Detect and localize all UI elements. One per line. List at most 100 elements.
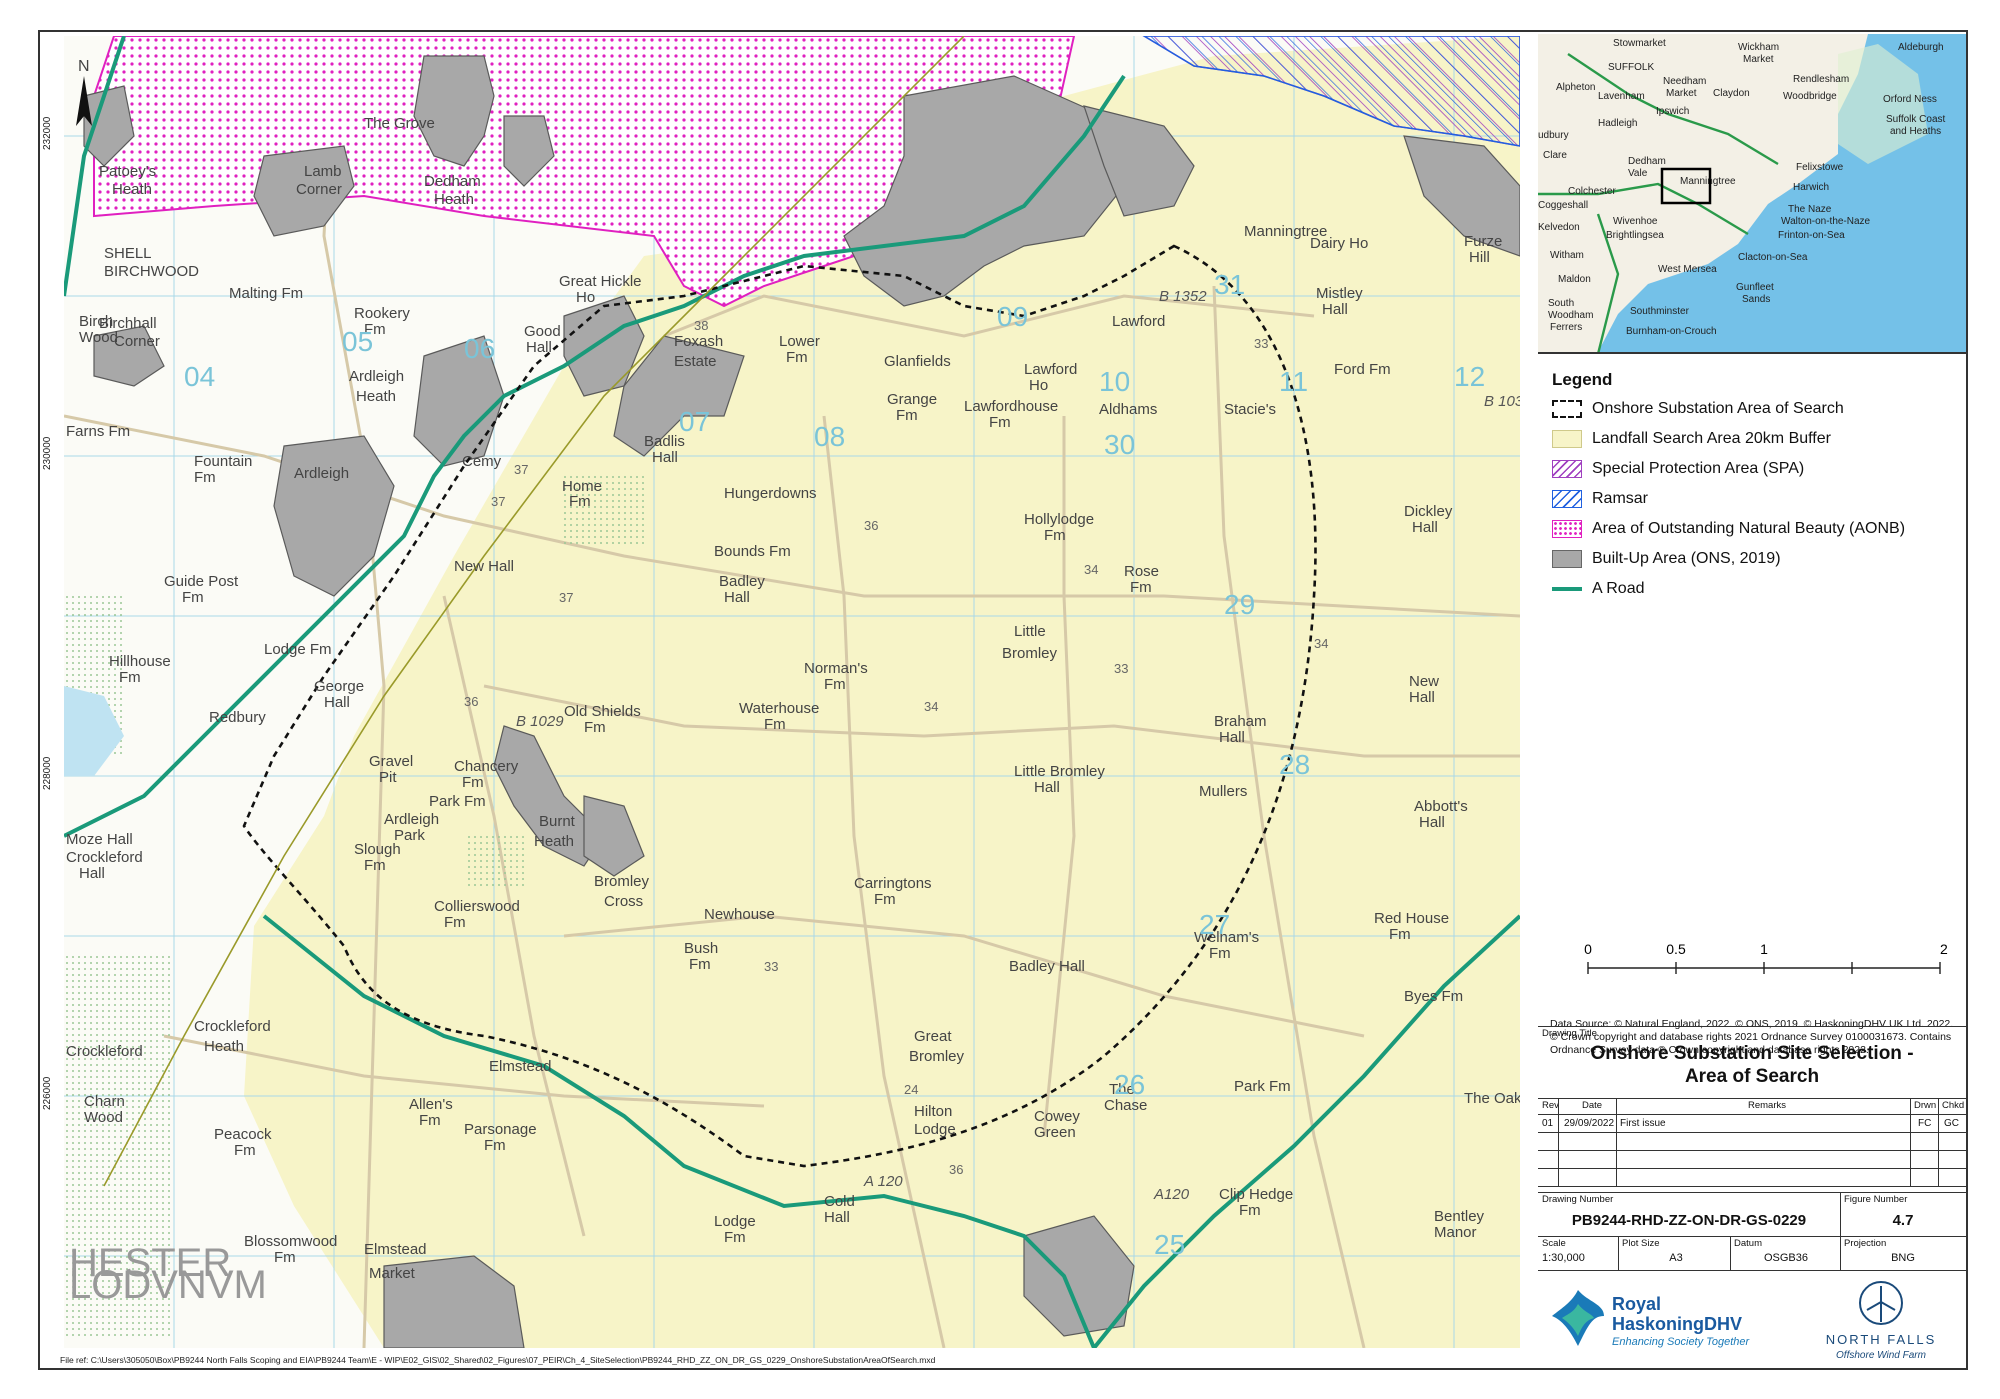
place-label: Carringtons	[854, 875, 932, 892]
place-label: New Hall	[454, 558, 514, 575]
place-label: Bentley	[1434, 1208, 1485, 1225]
grid-number: 28	[1279, 749, 1310, 780]
place-label: Manningtree	[1244, 223, 1327, 240]
spot-height: 37	[514, 462, 528, 477]
inset-place-label: Woodham	[1548, 310, 1593, 321]
place-label: Hall	[526, 339, 552, 356]
inset-place-label: Gunfleet	[1736, 282, 1774, 293]
inset-place-label: Aldeburgh	[1898, 42, 1944, 53]
legend-label: Area of Outstanding Natural Beauty (AONB…	[1592, 520, 1906, 537]
place-label: Birch	[79, 313, 113, 330]
drawing-title-label: Drawing Title	[1542, 1028, 1597, 1039]
legend-label: Built-Up Area (ONS, 2019)	[1592, 550, 1781, 567]
grid-number: 09	[997, 301, 1028, 332]
place-label: Lawford	[1112, 313, 1165, 330]
legend-label: Onshore Substation Area of Search	[1592, 400, 1844, 417]
place-label: Hillhouse	[109, 653, 171, 670]
plot-size: A3	[1669, 1252, 1683, 1264]
road-label: A120	[1153, 1186, 1190, 1203]
spot-height: 37	[491, 494, 505, 509]
spot-height: 33	[1254, 336, 1268, 351]
map-canvas[interactable]: N Patoey'sHeathLambCorner DedhamHeathThe …	[64, 36, 1520, 1348]
grid-number: 07	[679, 406, 710, 437]
place-label: Heath	[356, 388, 396, 405]
y-tick: 226000	[42, 1076, 53, 1110]
inset-place-label: Clare	[1543, 150, 1567, 161]
inset-place-label: Burnham-on-Crouch	[1626, 326, 1717, 337]
inset-place-label: Market	[1743, 54, 1774, 65]
place-label: Crockleford	[66, 849, 143, 866]
drawing-number: PB9244-RHD-ZZ-ON-DR-GS-0229	[1571, 1212, 1807, 1229]
inset-place-label: Maldon	[1558, 274, 1591, 285]
drawing-number-label: Drawing Number	[1542, 1194, 1614, 1205]
legend-label: A Road	[1592, 580, 1645, 597]
inset-place-label: Claydon	[1713, 88, 1750, 99]
place-label: Hall	[79, 865, 105, 882]
place-label: Byes Fm	[1404, 988, 1463, 1005]
spot-height: 34	[1084, 562, 1098, 577]
place-label: Burnt	[539, 813, 576, 830]
ramsar-swatch	[1552, 490, 1582, 508]
place-label: Ho	[576, 289, 595, 306]
y-tick: 232000	[42, 116, 53, 150]
place-label: Crockleford	[194, 1018, 271, 1035]
place-label: Fm	[584, 719, 606, 736]
spot-height: 24	[904, 1082, 918, 1097]
place-label: Grange	[887, 391, 937, 408]
place-label: Bromley	[594, 873, 650, 890]
road-label: B 1352	[1159, 288, 1207, 305]
place-label: Fm	[462, 774, 484, 791]
place-label: Fm	[1130, 579, 1152, 596]
place-label: Fm	[1239, 1202, 1261, 1219]
inset-place-label: Felixstowe	[1796, 162, 1844, 173]
scale-label: 0	[1584, 941, 1592, 957]
place-label: Blossomwood	[244, 1233, 337, 1250]
place-label: Wood	[84, 1109, 123, 1126]
place-label: Bounds Fm	[714, 543, 791, 560]
place-label: Hilton	[914, 1103, 952, 1120]
scale-label: 1	[1760, 941, 1768, 957]
grid-number: 11	[1279, 366, 1308, 397]
spa-swatch	[1552, 460, 1582, 478]
main-map[interactable]: N Patoey's Heath Lamb Corner Dedham Heath The …	[64, 36, 1520, 1348]
inset-place-label: West Mersea	[1658, 264, 1717, 275]
nf-line2: Offshore Wind Farm	[1836, 1350, 1926, 1361]
place-label: Hall	[1322, 301, 1348, 318]
place-label: Fm	[1209, 945, 1231, 962]
place-label: Crockleford	[66, 1043, 143, 1060]
place-label: Hall	[1409, 689, 1435, 706]
plot-size-label: Plot Size	[1622, 1238, 1660, 1249]
figure-number-label: Figure Number	[1844, 1194, 1908, 1205]
place-label: Ardleigh	[384, 811, 439, 828]
grid-number: 12	[1454, 361, 1485, 392]
spot-height: 34	[1314, 636, 1328, 651]
inset-place-label: Southminster	[1630, 306, 1690, 317]
place-label: Furze	[1464, 233, 1502, 250]
place-label: Fm	[364, 857, 386, 874]
place-label: Braham	[1214, 713, 1267, 730]
inset-map[interactable]: Stowmarket SUFFOLK Wickham Market Aldeburgh N…	[1538, 34, 1966, 354]
spot-height: 36	[949, 1162, 963, 1177]
place-label: Foxash	[674, 333, 723, 350]
place-label: Fountain	[194, 453, 252, 470]
inset-place-label: Ferrers	[1550, 322, 1582, 333]
wind-turbine-icon	[1859, 1281, 1903, 1325]
place-label: Ardleigh	[294, 465, 349, 482]
aroad-swatch	[1552, 587, 1582, 591]
inset-place-label: Ipswich	[1656, 106, 1689, 117]
dashed-box-swatch	[1552, 400, 1582, 418]
place-label: Fm	[896, 407, 918, 424]
place-label: Good	[524, 323, 561, 340]
place-label: Bromley	[909, 1048, 965, 1065]
place-label: Dickley	[1404, 503, 1453, 520]
place-label: Fm	[786, 349, 808, 366]
place-label: Hollylodge	[1024, 511, 1094, 528]
place-label: Chancery	[454, 758, 519, 775]
place-label: Heath	[112, 181, 152, 198]
legend-label: Special Protection Area (SPA)	[1592, 460, 1805, 477]
place-label: Fm	[194, 469, 216, 486]
road-label: B 1035	[1484, 393, 1520, 410]
place-label: George	[314, 678, 364, 695]
projection-label: Projection	[1844, 1238, 1887, 1249]
grid-number: 06	[464, 333, 495, 364]
